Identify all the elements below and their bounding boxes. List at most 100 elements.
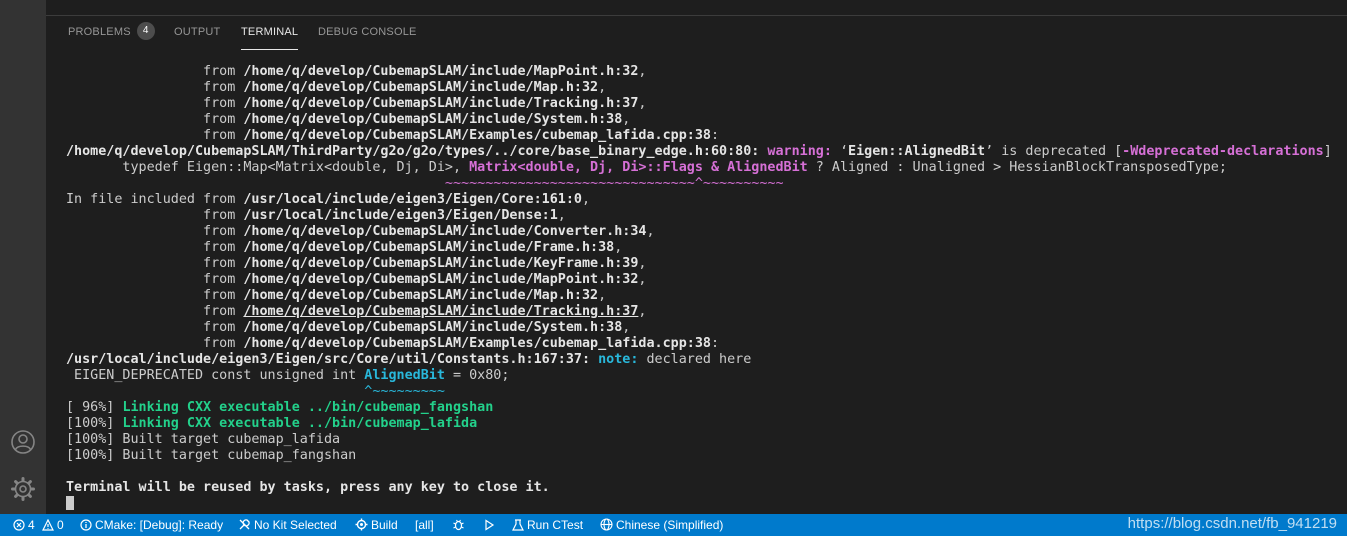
terminal-text: , <box>638 64 647 79</box>
terminal-text: , <box>638 304 647 319</box>
build-gear-icon <box>355 518 368 531</box>
terminal-text: from <box>66 320 244 335</box>
terminal-text: ’ is deprecated [ <box>985 144 1123 159</box>
terminal-text: , <box>622 112 631 127</box>
terminal-text: ‘ <box>831 144 849 159</box>
terminal-text: , <box>614 240 623 255</box>
terminal-line: from /home/q/develop/CubemapSLAM/Example… <box>66 336 1347 352</box>
terminal-text: from <box>66 256 244 271</box>
terminal-line: from /home/q/develop/CubemapSLAM/include… <box>66 240 1347 256</box>
cmake-status[interactable]: CMake: [Debug]: Ready <box>80 514 223 536</box>
terminal-line: from /home/q/develop/CubemapSLAM/include… <box>66 320 1347 336</box>
terminal-cursor <box>66 496 74 510</box>
terminal-text: warning: <box>767 144 832 159</box>
terminal-text: : <box>710 128 720 143</box>
terminal-text: from <box>66 128 244 143</box>
editor-edge <box>46 0 1347 16</box>
terminal-text: from <box>66 80 244 95</box>
problems-count-badge: 4 <box>136 22 155 41</box>
terminal-line: from /home/q/develop/CubemapSLAM/include… <box>66 224 1347 240</box>
terminal-text: , <box>581 192 591 207</box>
terminal-line: from /home/q/develop/CubemapSLAM/include… <box>66 96 1347 112</box>
terminal-text: [100%] Built target cubemap_fangshan <box>66 448 357 463</box>
terminal-text: /home/q/develop/CubemapSLAM/include/Trac… <box>243 304 639 319</box>
terminal-line: from /home/q/develop/CubemapSLAM/include… <box>66 112 1347 128</box>
terminal-line: EIGEN_DEPRECATED const unsigned int Alig… <box>66 368 1347 384</box>
terminal-text: from <box>66 336 244 351</box>
terminal-text: = 0x80; <box>444 368 510 383</box>
terminal-line: from /home/q/develop/CubemapSLAM/include… <box>66 80 1347 96</box>
terminal-text: , <box>646 224 655 239</box>
kit-icon <box>239 519 250 530</box>
terminal-line: from /home/q/develop/CubemapSLAM/include… <box>66 288 1347 304</box>
terminal-text: -Wdeprecated-declarations <box>1122 144 1324 159</box>
kit-selector[interactable]: No Kit Selected <box>238 514 337 536</box>
globe-icon <box>600 518 613 531</box>
terminal-text: from <box>66 112 244 127</box>
terminal-text: , <box>557 208 566 223</box>
terminal-text: Linking CXX executable ../bin/cubemap_fa… <box>122 400 494 415</box>
terminal-text: from <box>66 304 244 319</box>
terminal-line: Terminal will be reused by tasks, press … <box>66 480 1347 496</box>
terminal-text: EIGEN_DEPRECATED const unsigned int <box>66 368 365 383</box>
terminal-text: from <box>66 64 244 79</box>
terminal-text: /home/q/develop/CubemapSLAM/include/Fram… <box>243 240 615 255</box>
activity-bar <box>0 0 46 515</box>
terminal-text: /home/q/develop/CubemapSLAM/include/Conv… <box>243 224 647 239</box>
terminal-text: /home/q/develop/CubemapSLAM/Examples/cub… <box>243 128 711 143</box>
account-icon[interactable] <box>9 428 37 456</box>
build-target[interactable]: [all] <box>415 514 434 536</box>
terminal-text: /home/q/develop/CubemapSLAM/include/Map.… <box>243 288 599 303</box>
terminal-text: /usr/local/include/eigen3/Eigen/Dense:1 <box>243 208 558 223</box>
tab-terminal[interactable]: TERMINAL <box>241 16 299 50</box>
terminal-text: Terminal will be reused by tasks, press … <box>66 480 550 495</box>
terminal-line: from /home/q/develop/CubemapSLAM/Example… <box>66 128 1347 144</box>
terminal-line: from /home/q/develop/CubemapSLAM/include… <box>66 64 1347 80</box>
terminal-text: note: <box>598 352 639 367</box>
terminal-text: from <box>66 240 244 255</box>
terminal-text: [100%] <box>66 416 123 431</box>
terminal-cursor-line <box>66 496 1347 512</box>
terminal-text: from <box>66 288 244 303</box>
beaker-icon <box>512 519 524 531</box>
terminal-text: /home/q/develop/CubemapSLAM/Examples/cub… <box>243 336 711 351</box>
terminal-line: [100%] Linking CXX executable ../bin/cub… <box>66 416 1347 432</box>
terminal-line: from /home/q/develop/CubemapSLAM/include… <box>66 272 1347 288</box>
terminal-line: /home/q/develop/CubemapSLAM/ThirdParty/g… <box>66 144 1347 160</box>
terminal-text: , <box>598 80 607 95</box>
terminal-text: ] <box>1323 144 1332 159</box>
terminal-text: , <box>622 320 631 335</box>
terminal-text: In file included from <box>66 192 244 207</box>
terminal-line: from /home/q/develop/CubemapSLAM/include… <box>66 256 1347 272</box>
terminal-text: /home/q/develop/CubemapSLAM/include/MapP… <box>243 64 639 79</box>
terminal-text: /usr/local/include/eigen3/Eigen/src/Core… <box>66 352 591 367</box>
terminal-output[interactable]: from /home/q/develop/CubemapSLAM/include… <box>66 64 1347 514</box>
terminal-text: /home/q/develop/CubemapSLAM/include/Syst… <box>243 112 623 127</box>
run-button[interactable] <box>483 514 498 536</box>
terminal-line: [100%] Built target cubemap_fangshan <box>66 448 1347 464</box>
build-button[interactable]: Build <box>355 514 398 536</box>
tab-output[interactable]: OUTPUT <box>174 16 220 50</box>
terminal-text: Linking CXX executable ../bin/cubemap_la… <box>122 416 478 431</box>
debug-bug-icon <box>453 519 464 531</box>
terminal-text: declared here <box>638 352 752 367</box>
terminal-line: ~~~~~~~~~~~~~~~~~~~~~~~~~~~~~~~^~~~~~~~~… <box>66 176 1347 192</box>
terminal-text: : <box>710 336 720 351</box>
run-ctest-button[interactable]: Run CTest <box>512 514 583 536</box>
terminal-text: from <box>66 272 244 287</box>
terminal-text: , <box>638 272 647 287</box>
tab-problems[interactable]: PROBLEMS 4 <box>68 16 155 50</box>
info-icon <box>80 519 92 531</box>
terminal-text: /usr/local/include/eigen3/Eigen/Core:161… <box>243 192 582 207</box>
tab-debug-console[interactable]: DEBUG CONSOLE <box>318 16 417 50</box>
terminal-line: [100%] Built target cubemap_lafida <box>66 432 1347 448</box>
terminal-line: /usr/local/include/eigen3/Eigen/src/Core… <box>66 352 1347 368</box>
language-selector[interactable]: Chinese (Simplified) <box>600 514 723 536</box>
gear-icon[interactable] <box>9 475 37 503</box>
terminal-text: /home/q/develop/CubemapSLAM/ThirdParty/g… <box>66 144 760 159</box>
debug-button[interactable] <box>452 514 468 536</box>
problems-status[interactable]: 4 0 <box>13 514 64 536</box>
terminal-text: , <box>638 256 647 271</box>
